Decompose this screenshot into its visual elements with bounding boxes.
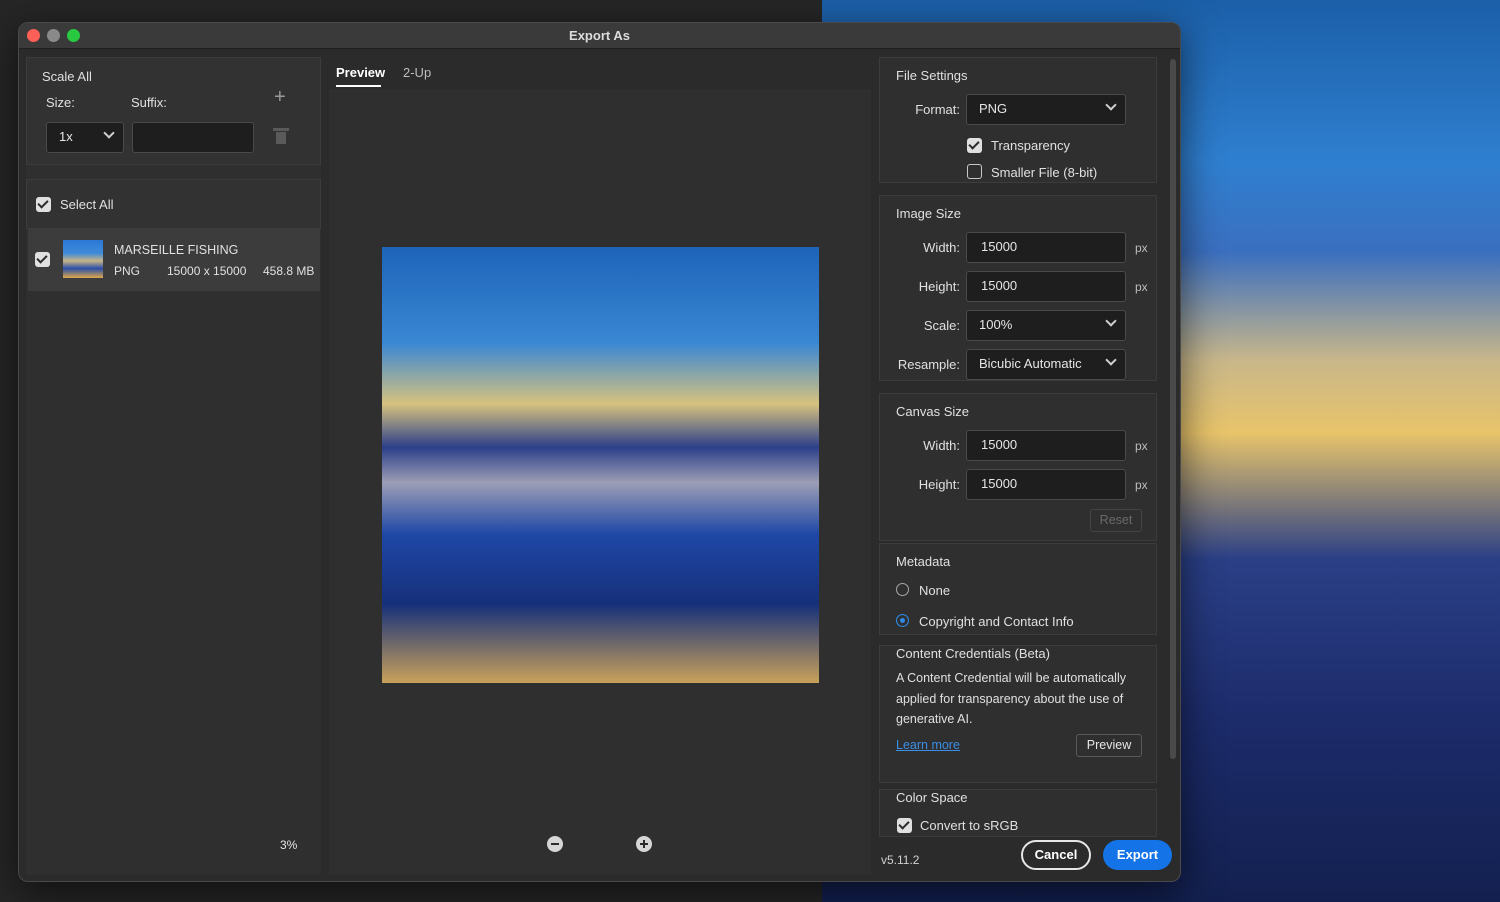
canvas-size-heading: Canvas Size — [896, 404, 969, 419]
preview-canvas — [329, 89, 871, 875]
export-as-dialog: Export As Scale All Size: Suffix: + 1x S… — [18, 22, 1181, 882]
title-bar: Export As — [19, 23, 1180, 49]
select-all-checkbox[interactable] — [36, 197, 51, 212]
select-all-row[interactable]: Select All — [26, 179, 321, 229]
resample-select[interactable]: Bicubic Automatic — [966, 349, 1126, 380]
canvas-width-input[interactable]: 15000 — [966, 430, 1126, 461]
select-all-label: Select All — [60, 197, 114, 212]
trash-icon[interactable] — [273, 128, 289, 144]
tab-2-up[interactable]: 2-Up — [403, 65, 431, 80]
asset-thumbnail — [63, 240, 103, 278]
canvas-width-unit: px — [1135, 439, 1148, 453]
canvas-size-section: Canvas Size Width: 15000 px Height: 1500… — [879, 393, 1157, 541]
transparency-checkbox[interactable] — [967, 138, 982, 153]
assets-panel: Scale All Size: Suffix: + 1x Select All … — [26, 57, 321, 875]
window-title: Export As — [569, 28, 630, 43]
asset-dimensions: 15000 x 15000 — [167, 264, 247, 278]
canvas-height-label: Height: — [918, 477, 960, 492]
asset-checkbox[interactable] — [35, 252, 50, 267]
asset-file-size: 458.8 MB — [263, 264, 315, 278]
asset-name: MARSEILLE FISHING — [114, 243, 239, 257]
size-label: Size: — [46, 95, 75, 110]
resample-label: Resample: — [897, 357, 960, 372]
size-select[interactable]: 1x — [46, 122, 124, 153]
asset-list-item[interactable]: MARSEILLE FISHING PNG 15000 x 15000 458.… — [28, 229, 320, 291]
content-credentials-description: A Content Credential will be automatical… — [896, 671, 1126, 726]
canvas-height-unit: px — [1135, 478, 1148, 492]
metadata-none-label: None — [919, 583, 951, 598]
image-width-unit: px — [1135, 241, 1148, 255]
format-select-value: PNG — [979, 101, 1008, 116]
scale-all-heading: Scale All — [42, 69, 92, 84]
preview-image — [382, 247, 819, 683]
export-button[interactable]: Export — [1103, 840, 1172, 870]
canvas-height-input[interactable]: 15000 — [966, 469, 1126, 500]
format-label: Format: — [915, 102, 960, 117]
zoom-in-button[interactable] — [636, 836, 652, 852]
smaller-file-label: Smaller File (8-bit) — [991, 165, 1098, 180]
metadata-heading: Metadata — [896, 554, 951, 569]
scale-label: Scale: — [923, 318, 960, 333]
color-space-heading: Color Space — [896, 790, 968, 805]
asset-format: PNG — [114, 264, 141, 278]
cancel-button[interactable]: Cancel — [1021, 840, 1091, 870]
active-tab-indicator — [336, 85, 381, 87]
image-height-input[interactable]: 15000 — [966, 271, 1126, 302]
color-space-section: Color Space Convert to sRGB — [879, 789, 1157, 837]
convert-srgb-checkbox[interactable] — [897, 818, 912, 833]
convert-srgb-label: Convert to sRGB — [920, 818, 1019, 833]
settings-panel: File Settings Format: PNG Transparency S… — [879, 57, 1159, 837]
format-select[interactable]: PNG — [966, 94, 1126, 125]
tab-preview[interactable]: Preview — [336, 65, 385, 80]
zoom-level: 3% — [280, 838, 298, 852]
metadata-copyright-radio[interactable] — [896, 614, 909, 627]
metadata-none-radio[interactable] — [896, 583, 909, 596]
metadata-copyright-label: Copyright and Contact Info — [919, 614, 1074, 629]
metadata-section: Metadata None Copyright and Contact Info — [879, 543, 1157, 635]
content-credentials-heading: Content Credentials (Beta) — [896, 646, 1050, 661]
scale-all-section: Scale All Size: Suffix: + 1x — [26, 57, 321, 165]
chevron-down-icon — [1105, 99, 1117, 111]
transparency-label: Transparency — [991, 138, 1070, 153]
credentials-preview-button[interactable]: Preview — [1076, 734, 1142, 757]
canvas-width-label: Width: — [923, 438, 960, 453]
image-height-label: Height: — [918, 279, 960, 294]
reset-button[interactable]: Reset — [1090, 509, 1142, 532]
suffix-label: Suffix: — [131, 95, 167, 110]
settings-scrollbar[interactable] — [1170, 59, 1176, 759]
image-size-heading: Image Size — [896, 206, 962, 221]
image-width-input[interactable]: 15000 — [966, 232, 1126, 263]
size-select-value: 1x — [59, 129, 73, 144]
scale-select-value: 100% — [979, 317, 1013, 332]
chevron-down-icon — [103, 127, 115, 139]
image-height-unit: px — [1135, 280, 1148, 294]
chevron-down-icon — [1105, 354, 1117, 366]
content-credentials-section: Content Credentials (Beta) A Content Cre… — [879, 645, 1157, 783]
learn-more-link[interactable]: Learn more — [896, 738, 960, 752]
suffix-input[interactable] — [132, 122, 254, 153]
version-label: v5.11.2 — [881, 853, 920, 867]
zoom-out-button[interactable] — [547, 836, 563, 852]
file-settings-heading: File Settings — [896, 68, 968, 83]
image-size-section: Image Size Width: 15000 px Height: 15000… — [879, 195, 1157, 381]
chevron-down-icon — [1105, 315, 1117, 327]
add-scale-icon[interactable]: + — [274, 86, 286, 109]
resample-select-value: Bicubic Automatic — [979, 356, 1082, 371]
scale-select[interactable]: 100% — [966, 310, 1126, 341]
image-width-label: Width: — [923, 240, 960, 255]
file-settings-section: File Settings Format: PNG Transparency S… — [879, 57, 1157, 183]
preview-area: Preview 2-Up — [329, 57, 871, 875]
smaller-file-checkbox[interactable] — [967, 164, 982, 179]
